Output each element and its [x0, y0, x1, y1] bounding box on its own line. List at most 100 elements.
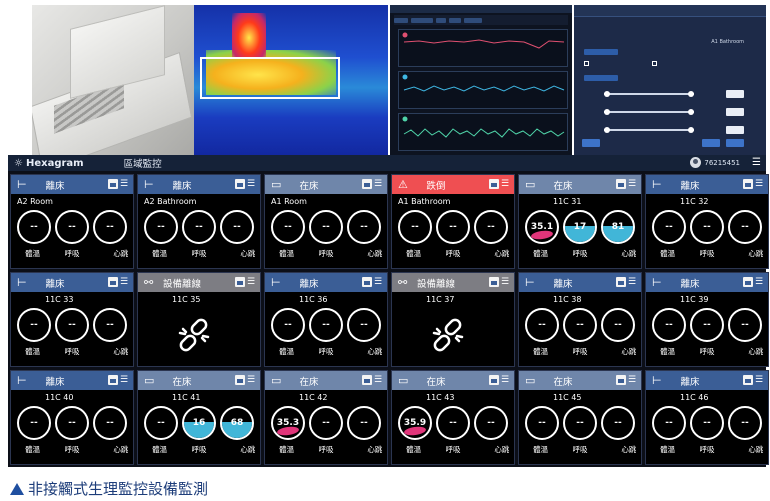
menu-icon[interactable]: ☰	[374, 277, 383, 287]
room-card[interactable]: ⊢ 離床 ☰ 11C 32 -- -- -- 體溫 呼吸 心跳	[645, 174, 769, 269]
menu-icon[interactable]: ☰	[247, 179, 256, 189]
chart-icon[interactable]	[362, 277, 372, 287]
card-header: ▭ 在床 ☰	[519, 371, 641, 390]
heart-rate-value: --	[741, 222, 749, 232]
menu-icon[interactable]: ☰	[755, 179, 764, 189]
card-header: ⊢ 離床 ☰	[646, 273, 768, 292]
heart-rate-label: 心跳	[367, 249, 383, 258]
menu-icon[interactable]: ☰	[374, 375, 383, 385]
chart-icon[interactable]	[235, 375, 245, 385]
chart-icon[interactable]	[743, 179, 753, 189]
room-card[interactable]: ⊢ 離床 ☰ 11C 39 -- -- -- 體溫 呼吸 心跳	[645, 272, 769, 367]
chart-icon[interactable]	[616, 277, 626, 287]
respiration-label: 呼吸	[572, 347, 588, 356]
room-label: 11C 40	[45, 393, 74, 402]
room-card[interactable]: ▭ 在床 ☰ 11C 45 -- -- -- 體溫 呼吸 心跳	[518, 370, 642, 465]
temperature-gauge: 35.9	[398, 406, 432, 440]
heart-rate-value: --	[106, 320, 114, 330]
respiration-gauge: 16	[182, 406, 216, 440]
heart-rate-label: 心跳	[240, 249, 256, 258]
menu-icon[interactable]: ☰	[501, 179, 510, 189]
heart-rate-gauge: --	[220, 210, 254, 244]
user-info[interactable]: 76215451	[690, 157, 740, 168]
room-card[interactable]: ⊢ 離床 ☰ 11C 46 -- -- -- 體溫 呼吸 心跳	[645, 370, 769, 465]
chart-icon[interactable]	[362, 179, 372, 189]
chart-icon[interactable]	[489, 375, 499, 385]
heart-rate-value: --	[360, 418, 368, 428]
room-card[interactable]: ▭ 在床 ☰ 11C 31 35.1 17 81 體溫 呼吸 心跳	[518, 174, 642, 269]
heart-rate-label: 心跳	[113, 347, 129, 356]
room-card[interactable]: ⊢ 離床 ☰ 11C 40 -- -- -- 體溫 呼吸 心跳	[10, 370, 134, 465]
temperature-label: 體溫	[279, 445, 295, 454]
menu-icon[interactable]: ☰	[120, 375, 129, 385]
chart-icon[interactable]	[489, 277, 499, 287]
room-card[interactable]: ⚯ 設備離線 ☰ 11C 35	[137, 272, 261, 367]
heart-rate-gauge: 68	[220, 406, 254, 440]
heart-rate-label: 心跳	[748, 249, 764, 258]
chart-icon[interactable]	[743, 277, 753, 287]
status-label: 在床	[553, 181, 573, 192]
chart-icon[interactable]	[108, 375, 118, 385]
temperature-gauge: 35.3	[271, 406, 305, 440]
room-card[interactable]: ▭ 在床 ☰ 11C 42 35.3 -- -- 體溫 呼吸 心跳	[264, 370, 388, 465]
heart-rate-label: 心跳	[748, 347, 764, 356]
temperature-label: 體溫	[533, 249, 549, 258]
heart-rate-gauge: 81	[601, 210, 635, 244]
menu-icon[interactable]: ☰	[755, 277, 764, 287]
menu-icon[interactable]: ☰	[501, 375, 510, 385]
status-label: 離床	[172, 181, 192, 192]
menu-icon[interactable]: ☰	[120, 277, 129, 287]
status-label: 在床	[299, 377, 319, 388]
temperature-value: --	[30, 320, 38, 330]
room-card[interactable]: ▭ 在床 ☰ 11C 41 -- 16 68 體溫 呼吸 心跳	[137, 370, 261, 465]
chart-icon[interactable]	[743, 375, 753, 385]
respiration-gauge: --	[436, 406, 470, 440]
room-card[interactable]: ⊢ 離床 ☰ A2 Room -- -- -- 體溫 呼吸 心跳	[10, 174, 134, 269]
respiration-gauge: --	[690, 308, 724, 342]
chart-icon[interactable]	[235, 277, 245, 287]
respiration-label: 呼吸	[191, 445, 207, 454]
room-card[interactable]: ⚯ 設備離線 ☰ 11C 37	[391, 272, 515, 367]
heart-rate-label: 心跳	[113, 249, 129, 258]
room-card[interactable]: ⊢ 離床 ☰ A2 Bathroom -- -- -- 體溫 呼吸 心跳	[137, 174, 261, 269]
chart-icon[interactable]	[616, 375, 626, 385]
chart-icon[interactable]	[362, 375, 372, 385]
hamburger-menu-icon[interactable]: ☰	[752, 157, 761, 168]
menu-icon[interactable]: ☰	[247, 277, 256, 287]
room-card[interactable]: ⚠ 跌倒 ☰ A1 Bathroom -- -- -- 體溫 呼吸 心跳	[391, 174, 515, 269]
room-card[interactable]: ▭ 在床 ☰ A1 Room -- -- -- 體溫 呼吸 心跳	[264, 174, 388, 269]
menu-icon[interactable]: ☰	[247, 375, 256, 385]
figure-caption: 非接觸式生理監控設備監測	[10, 478, 208, 499]
card-header: ▭ 在床 ☰	[138, 371, 260, 390]
chart-icon[interactable]	[108, 277, 118, 287]
thermal-image	[194, 5, 388, 155]
card-header: ▭ 在床 ☰	[265, 371, 387, 390]
room-label: 11C 32	[680, 197, 709, 206]
temperature-value: 35.3	[276, 418, 300, 428]
menu-icon[interactable]: ☰	[501, 277, 510, 287]
menu-icon[interactable]: ☰	[628, 375, 637, 385]
chart-icon[interactable]	[489, 179, 499, 189]
menu-icon[interactable]: ☰	[374, 179, 383, 189]
menu-icon[interactable]: ☰	[628, 179, 637, 189]
menu-icon[interactable]: ☰	[120, 179, 129, 189]
room-card[interactable]: ⊢ 離床 ☰ 11C 38 -- -- -- 體溫 呼吸 心跳	[518, 272, 642, 367]
room-label: 11C 39	[680, 295, 709, 304]
room-card[interactable]: ⊢ 離床 ☰ 11C 36 -- -- -- 體溫 呼吸 心跳	[264, 272, 388, 367]
menu-icon[interactable]: ☰	[628, 277, 637, 287]
room-card[interactable]: ⊢ 離床 ☰ 11C 33 -- -- -- 體溫 呼吸 心跳	[10, 272, 134, 367]
room-card[interactable]: ▭ 在床 ☰ 11C 43 35.9 -- -- 體溫 呼吸 心跳	[391, 370, 515, 465]
chart-icon[interactable]	[108, 179, 118, 189]
chart-icon[interactable]	[235, 179, 245, 189]
menu-icon[interactable]: ☰	[755, 375, 764, 385]
heart-rate-label: 心跳	[367, 347, 383, 356]
respiration-gauge: --	[309, 210, 343, 244]
respiration-value: --	[68, 418, 76, 428]
chart-icon[interactable]	[616, 179, 626, 189]
hero-images: A1 Bathroom	[32, 5, 766, 155]
respiration-value: --	[703, 320, 711, 330]
temperature-value: --	[665, 320, 673, 330]
room-label: 11C 33	[45, 295, 74, 304]
heart-rate-value: --	[106, 418, 114, 428]
respiration-label: 呼吸	[699, 347, 715, 356]
